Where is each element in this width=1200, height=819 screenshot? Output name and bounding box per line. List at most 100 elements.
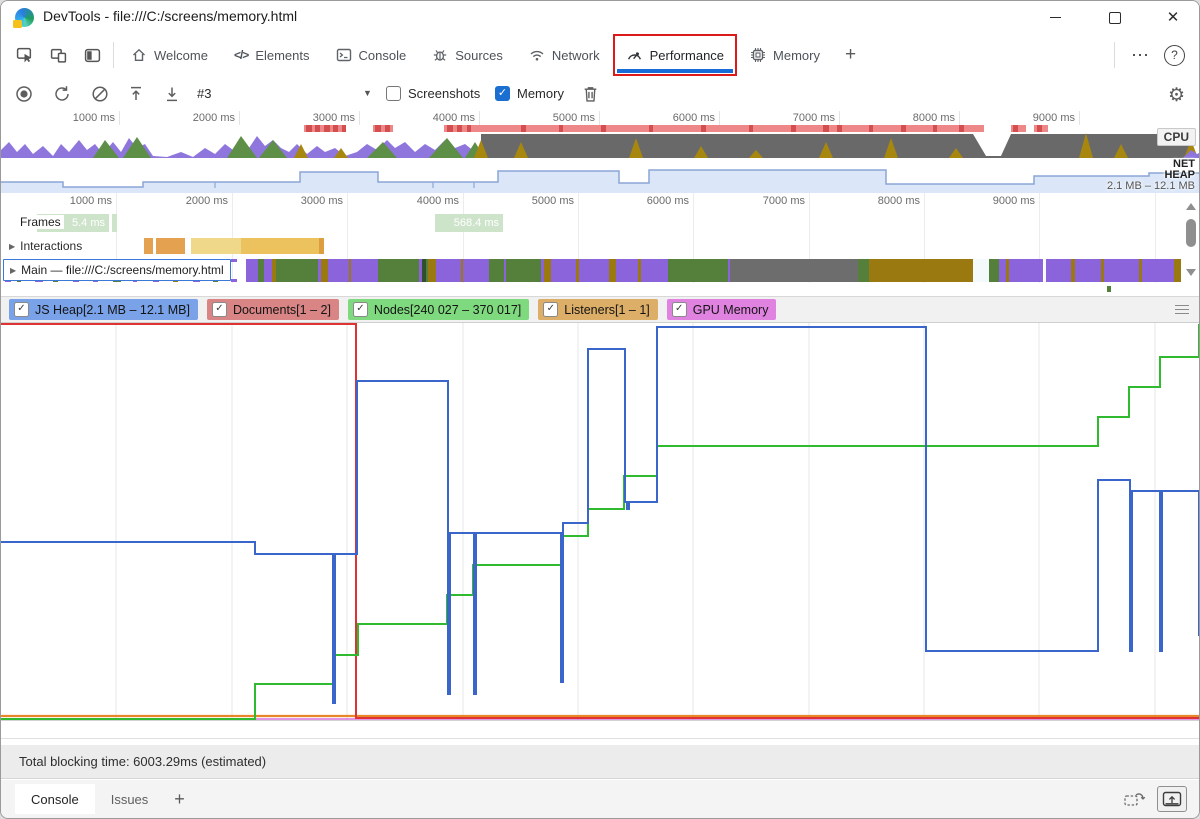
flame-segment[interactable]	[436, 259, 461, 282]
net-heap-strip[interactable]: NET HEAP 2.1 MB – 12.1 MB	[1, 158, 1199, 194]
main-track-label[interactable]: ▶ Main — file:///C:/screens/memory.html	[3, 259, 231, 281]
interaction-bar[interactable]	[156, 238, 185, 254]
more-options-button[interactable]: ⋯	[1119, 45, 1162, 66]
timeline-overview[interactable]: 1000 ms 2000 ms 3000 ms 4000 ms 5000 ms 6000 …	[1, 111, 1199, 158]
flame-segment[interactable]	[1174, 259, 1181, 282]
screenshots-checkbox[interactable]	[386, 86, 401, 101]
drawer-tab-issues[interactable]: Issues	[95, 784, 165, 814]
flame-segment[interactable]	[1009, 259, 1043, 282]
legend-checkbox[interactable]: ✓	[671, 302, 687, 317]
drawer-tab-console[interactable]: Console	[15, 784, 95, 814]
flame-segment[interactable]	[579, 259, 609, 282]
frame-duration-badge[interactable]: 568.4 ms	[435, 214, 503, 232]
flame-segment[interactable]	[321, 259, 328, 282]
flame-segment[interactable]	[246, 259, 258, 282]
flame-segment[interactable]	[264, 259, 272, 282]
upload-icon	[131, 86, 141, 100]
flame-segment[interactable]	[1046, 259, 1071, 282]
flame-segment[interactable]	[999, 259, 1006, 282]
ruler-label: 6000 ms	[646, 195, 689, 207]
flame-segment[interactable]	[1142, 259, 1174, 282]
flame-segment[interactable]	[378, 259, 419, 282]
flame-segment[interactable]	[351, 259, 378, 282]
add-drawer-tab-button[interactable]: +	[164, 789, 195, 810]
legend-checkbox[interactable]: ✓	[543, 302, 559, 317]
record-button[interactable]	[13, 83, 35, 105]
restore-snapshot-button[interactable]	[1123, 789, 1147, 809]
legend-chip-1[interactable]: ✓ Documents[1 – 2]	[206, 299, 339, 320]
flame-segment[interactable]	[1075, 259, 1101, 282]
interaction-bar[interactable]	[319, 238, 324, 254]
long-task-tick	[457, 125, 462, 132]
flame-segment[interactable]	[989, 259, 999, 282]
maximize-button[interactable]	[1093, 5, 1137, 30]
series-js-heap	[1, 326, 1199, 704]
interaction-bar[interactable]	[241, 238, 319, 254]
flame-segment[interactable]	[428, 259, 436, 282]
tracks-scrollbar[interactable]	[1184, 193, 1198, 296]
tab-network[interactable]: Network	[516, 34, 613, 76]
capture-settings-button[interactable]: ⚙	[1168, 84, 1185, 107]
profile-dropdown-caret[interactable]: ▼	[363, 88, 372, 98]
memory-checkbox[interactable]: ✓	[495, 86, 510, 101]
memory-counters-chart[interactable]	[1, 323, 1199, 721]
interactions-track-label[interactable]: ▶ Interactions	[9, 239, 82, 253]
clear-recording-button[interactable]	[89, 83, 111, 105]
flame-segment[interactable]	[276, 259, 318, 282]
tab-elements[interactable]: </> Elements	[221, 34, 323, 76]
ruler-tick	[839, 111, 840, 125]
reload-and-record-button[interactable]	[51, 83, 73, 105]
inspect-element-button[interactable]	[7, 34, 41, 76]
flame-segment[interactable]	[668, 259, 728, 282]
ruler-label: 7000 ms	[762, 195, 805, 207]
flame-segment[interactable]	[489, 259, 504, 282]
flame-segment[interactable]	[506, 259, 541, 282]
interaction-bar[interactable]	[144, 238, 153, 254]
flame-segment[interactable]	[609, 259, 616, 282]
tab-memory[interactable]: Memory	[737, 34, 833, 76]
flame-segment[interactable]	[858, 259, 869, 282]
help-button[interactable]: ?	[1164, 44, 1185, 66]
device-emulation-button[interactable]	[41, 34, 75, 76]
legend-chip-0[interactable]: ✓ JS Heap[2.1 MB – 12.1 MB]	[9, 299, 198, 320]
legend-checkbox[interactable]: ✓	[14, 302, 29, 317]
close-button[interactable]: ✕	[1151, 5, 1195, 30]
legend-chip-4[interactable]: ✓ GPU Memory	[666, 299, 777, 320]
legend-checkbox[interactable]: ✓	[352, 302, 368, 317]
flame-segment[interactable]	[1104, 259, 1139, 282]
memory-label[interactable]: Memory	[517, 86, 564, 101]
legend-chip-2[interactable]: ✓ Nodes[240 027 – 370 017]	[347, 299, 530, 320]
flame-segment[interactable]	[616, 259, 638, 282]
devtools-tab-strip: Welcome </> Elements Console Sources Net…	[1, 34, 1199, 77]
profile-selector[interactable]: #3	[197, 86, 211, 101]
legend-checkbox[interactable]: ✓	[211, 302, 227, 317]
flame-segment[interactable]	[328, 259, 349, 282]
tab-performance[interactable]: Performance	[612, 34, 738, 76]
screenshots-label[interactable]: Screenshots	[408, 86, 480, 101]
dock-side-button[interactable]	[75, 34, 109, 76]
legend-menu-icon[interactable]	[1175, 304, 1189, 315]
flame-segment[interactable]	[641, 259, 668, 282]
ruler-label: 8000 ms	[877, 195, 920, 207]
flame-segment[interactable]	[551, 259, 576, 282]
add-tab-button[interactable]: +	[833, 34, 868, 76]
scroll-up-icon[interactable]	[1186, 203, 1196, 210]
frame-duration-badge[interactable]	[112, 214, 117, 232]
delete-recording-button[interactable]	[579, 83, 601, 105]
legend-chip-3[interactable]: ✓ Listeners[1 – 1]	[538, 299, 658, 320]
flame-segment[interactable]	[730, 259, 858, 282]
save-profile-button[interactable]	[161, 83, 183, 105]
scroll-down-icon[interactable]	[1186, 269, 1196, 276]
flame-segment[interactable]	[544, 259, 551, 282]
tab-console[interactable]: Console	[323, 34, 420, 76]
flame-segment[interactable]	[463, 259, 489, 282]
interaction-bar[interactable]	[191, 238, 241, 254]
tab-welcome[interactable]: Welcome	[118, 34, 221, 76]
load-profile-button[interactable]	[125, 83, 147, 105]
flame-segment[interactable]	[869, 259, 973, 282]
tab-sources[interactable]: Sources	[419, 34, 516, 76]
scrollbar-thumb[interactable]	[1186, 219, 1196, 247]
flame-segment[interactable]	[973, 259, 989, 282]
expand-quick-view-button[interactable]	[1157, 786, 1187, 812]
minimize-button[interactable]	[1033, 5, 1077, 30]
